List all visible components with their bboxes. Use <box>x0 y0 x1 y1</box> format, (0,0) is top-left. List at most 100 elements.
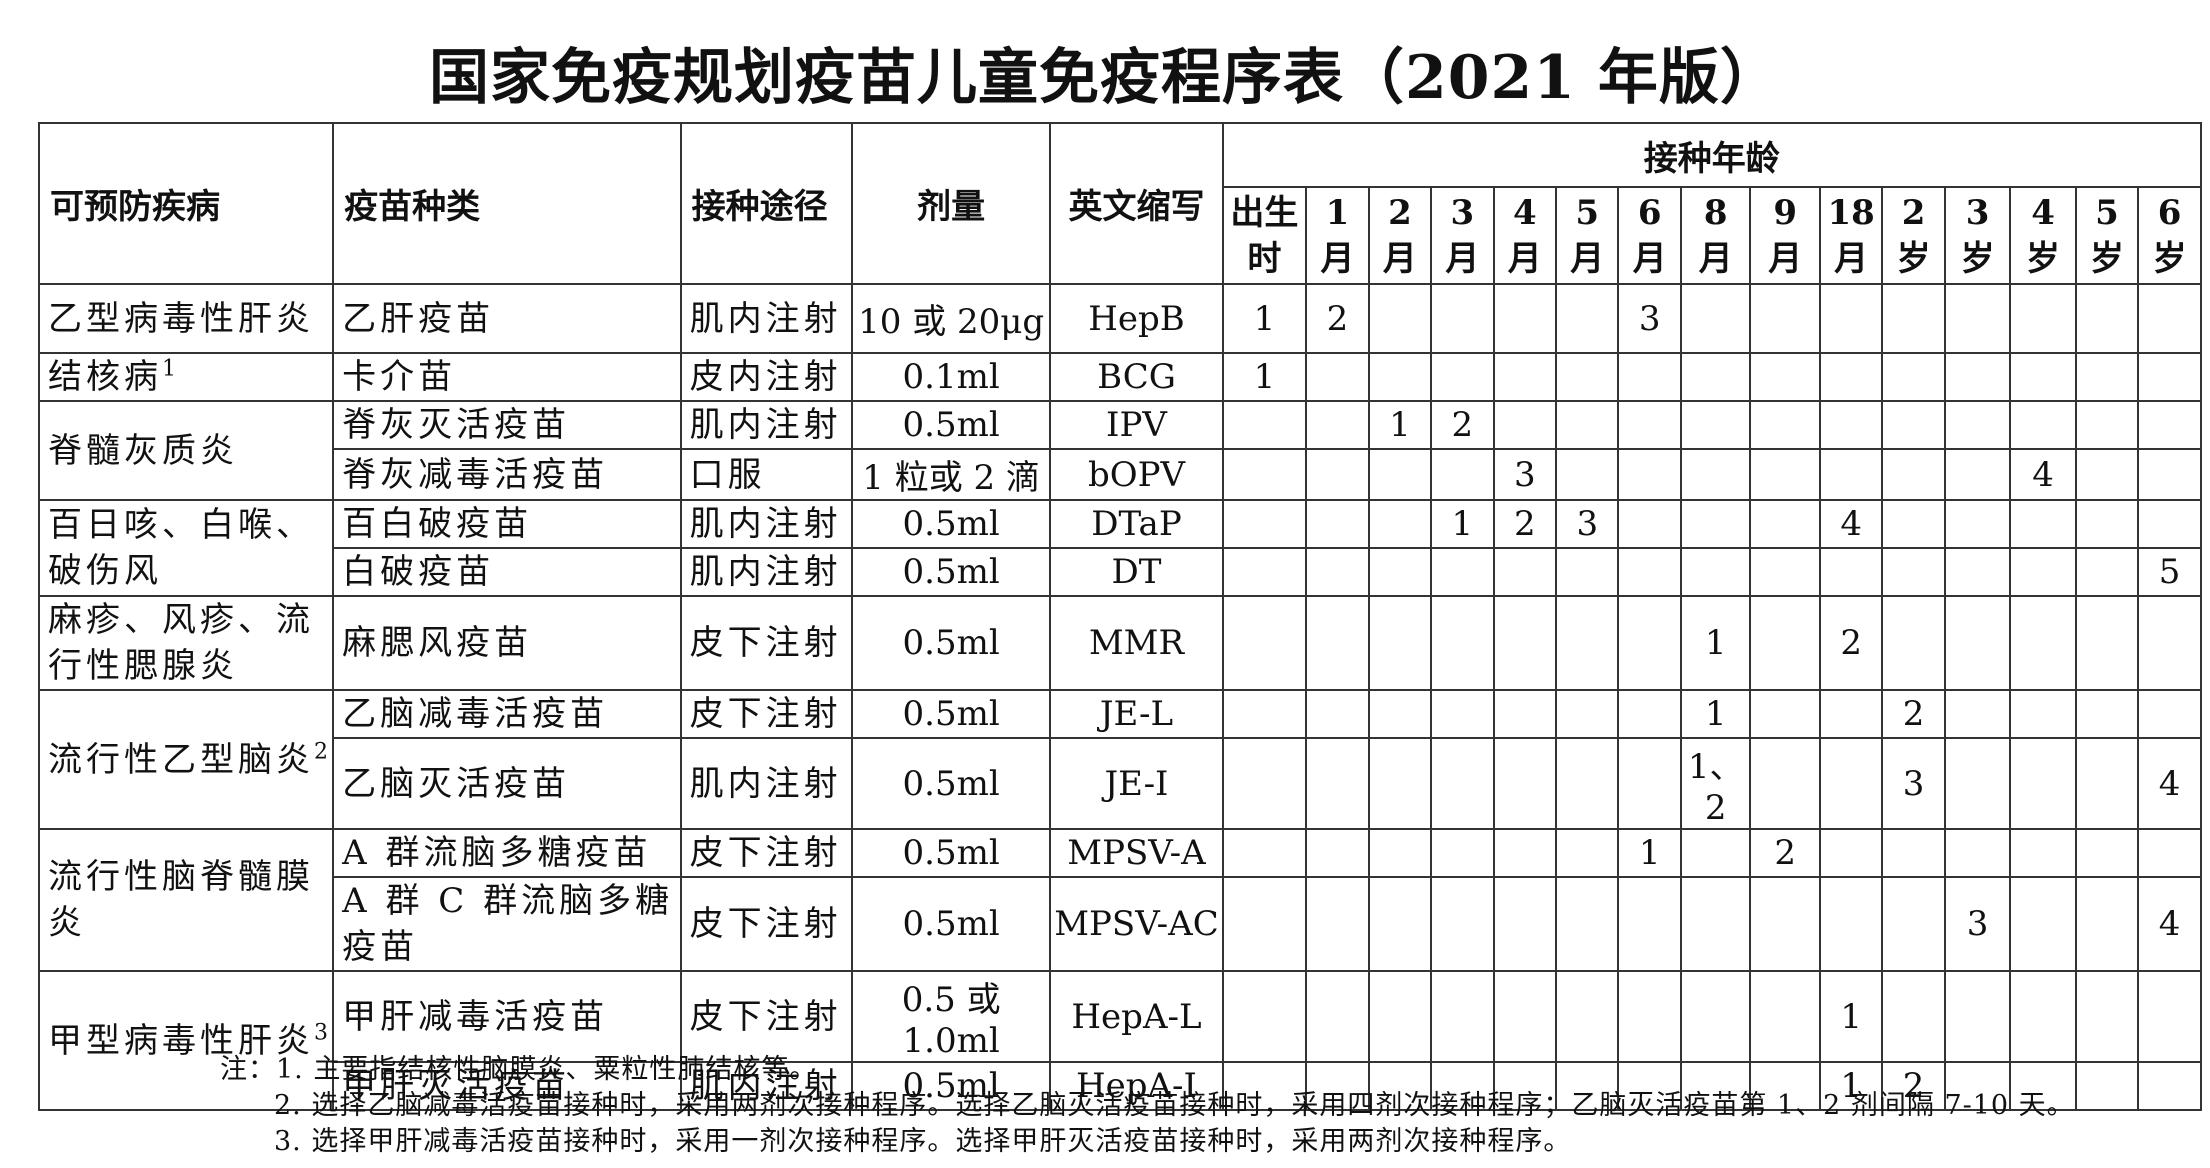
vaccine-cell: 乙脑灭活疫苗 <box>332 737 682 830</box>
age-header-cell: 8月 <box>1679 186 1752 285</box>
dose-schedule-cell <box>2009 970 2077 1063</box>
dose-schedule-cell: 3 <box>1881 737 1946 830</box>
header-row-top: 可预防疾病 疫苗种类 接种途径 剂量 英文缩写 接种年龄 <box>37 122 2203 285</box>
dose-schedule-cell <box>1749 499 1821 549</box>
dose-schedule-cell: 4 <box>1818 499 1884 549</box>
age-number: 出生 <box>1230 192 1299 233</box>
dose-schedule-cell <box>1492 689 1558 739</box>
dose-schedule-cell <box>2074 448 2140 501</box>
dose-schedule-cell <box>1617 499 1682 549</box>
dose-schedule-cell <box>1367 352 1433 402</box>
dose-schedule-cell <box>1305 400 1370 450</box>
vaccine-cell: 麻腮风疫苗 <box>332 595 682 691</box>
dose-schedule-cell: 4 <box>2009 448 2077 501</box>
dose-schedule-cell <box>1943 283 2012 354</box>
dose-schedule-cell <box>1943 499 2012 549</box>
immunization-schedule-table: 可预防疾病 疫苗种类 接种途径 剂量 英文缩写 接种年龄 出生时 1 月 2 月 3 月 4 月… <box>37 122 2203 1111</box>
dose-schedule-cell <box>1749 689 1821 739</box>
abbr-cell: HepB <box>1049 283 1224 354</box>
dose-schedule-cell <box>1555 970 1620 1063</box>
table-row: 脊灰减毒活疫苗 口服 1 粒或 2 滴 bOPV 3 4 <box>39 448 2202 501</box>
vaccine-cell: 白破疫苗 <box>332 547 682 597</box>
disease-cell: 脊髓灰质炎 <box>37 400 335 501</box>
dose-cell: 0.5ml <box>850 400 1052 450</box>
dose-schedule-cell <box>1555 352 1620 402</box>
dose-schedule-cell <box>1367 595 1433 691</box>
dose-schedule-cell <box>1221 828 1308 878</box>
route-cell: 肌内注射 <box>679 400 853 450</box>
header-dose: 剂量 <box>850 122 1052 285</box>
dose-schedule-cell <box>1221 547 1308 597</box>
dose-schedule-cell: 3 <box>1617 283 1682 354</box>
dose-schedule-cell: 2 <box>1430 400 1495 450</box>
dose-schedule-cell <box>1818 352 1884 402</box>
dose-schedule-cell <box>1679 547 1752 597</box>
dose-schedule-cell <box>1221 737 1308 830</box>
dose-schedule-cell <box>1617 547 1682 597</box>
dose-schedule-cell <box>1818 547 1884 597</box>
dose-schedule-cell <box>2074 689 2140 739</box>
vaccine-cell: 脊灰灭活疫苗 <box>332 400 682 450</box>
footnote-3: 3. 选择甲肝减毒活疫苗接种时，采用一剂次接种程序。选择甲肝灭活疫苗接种时，采用… <box>274 1126 1572 1157</box>
route-cell: 肌内注射 <box>679 283 853 354</box>
dose-cell: 10 或 20μg <box>850 283 1052 354</box>
dose-schedule-cell <box>1367 448 1433 501</box>
dose-schedule-cell <box>1367 283 1433 354</box>
age-number: 8 <box>1703 192 1728 233</box>
dose-schedule-cell <box>1430 352 1495 402</box>
age-unit: 月 <box>1632 238 1667 279</box>
abbr-cell: BCG <box>1049 352 1224 402</box>
dose-schedule-cell <box>1555 828 1620 878</box>
dose-schedule-cell <box>1367 737 1433 830</box>
dose-schedule-cell: 4 <box>2137 737 2202 830</box>
dose-schedule-cell <box>1305 876 1370 972</box>
dose-schedule-cell <box>1679 828 1752 878</box>
dose-schedule-cell <box>1555 737 1620 830</box>
dose-schedule-cell <box>2074 595 2140 691</box>
dose-schedule-cell <box>1818 400 1884 450</box>
footnote-2: 2. 选择乙脑减毒活疫苗接种时，采用两剂次接种程序。选择乙脑灭活疫苗接种时，采用… <box>274 1090 2075 1121</box>
footnote-marker: 3 <box>314 1020 332 1046</box>
dose-schedule-cell <box>1305 352 1370 402</box>
dose-schedule-cell <box>1749 283 1821 354</box>
age-number: 6 <box>1637 192 1662 233</box>
dose-cell: 0.5ml <box>850 547 1052 597</box>
dose-schedule-cell <box>1430 448 1495 501</box>
dose-schedule-cell <box>1367 876 1433 972</box>
dose-schedule-cell <box>2137 283 2202 354</box>
age-unit: 月 <box>1382 238 1417 279</box>
dose-schedule-cell <box>1679 400 1752 450</box>
dose-schedule-cell: 1 <box>1367 400 1433 450</box>
table-row: 乙脑灭活疫苗 肌内注射 0.5ml JE-I 1、2 3 4 <box>39 737 2202 830</box>
dose-schedule-cell <box>1430 828 1495 878</box>
dose-schedule-cell <box>1305 970 1370 1063</box>
dose-schedule-cell: 2 <box>1818 595 1884 691</box>
dose-schedule-cell <box>1492 828 1558 878</box>
dose-schedule-cell <box>1305 547 1370 597</box>
dose-schedule-cell <box>1818 876 1884 972</box>
dose-schedule-cell <box>1617 400 1682 450</box>
dose-schedule-cell <box>1367 499 1433 549</box>
dose-schedule-cell <box>1818 283 1884 354</box>
vaccine-cell: 乙脑减毒活疫苗 <box>332 689 682 739</box>
dose-schedule-cell <box>1555 283 1620 354</box>
dose-schedule-cell <box>1881 547 1946 597</box>
dose-schedule-cell: 5 <box>2137 547 2202 597</box>
age-number: 3 <box>1450 192 1475 233</box>
dose-schedule-cell: 2 <box>1749 828 1821 878</box>
dose-schedule-cell <box>1679 352 1752 402</box>
dose-schedule-cell <box>1617 352 1682 402</box>
dose-schedule-cell <box>2074 876 2140 972</box>
dose-schedule-cell <box>1679 448 1752 501</box>
dose-schedule-cell <box>1881 595 1946 691</box>
dose-schedule-cell <box>1555 547 1620 597</box>
age-number: 1 <box>1325 192 1350 233</box>
dose-schedule-cell <box>1367 689 1433 739</box>
route-cell: 皮下注射 <box>679 876 853 972</box>
disease-name: 麻疹、风疹、流行性腮腺炎 <box>48 600 314 686</box>
age-unit: 月 <box>1445 238 1480 279</box>
dose-schedule-cell <box>2137 689 2202 739</box>
dose-schedule-cell <box>2074 828 2140 878</box>
table-row: 麻疹、风疹、流行性腮腺炎 麻腮风疫苗 皮下注射 0.5ml MMR 1 2 <box>37 595 2202 691</box>
table-row: 流行性乙型脑炎2 乙脑减毒活疫苗 皮下注射 0.5ml JE-L 1 2 <box>37 689 2202 830</box>
